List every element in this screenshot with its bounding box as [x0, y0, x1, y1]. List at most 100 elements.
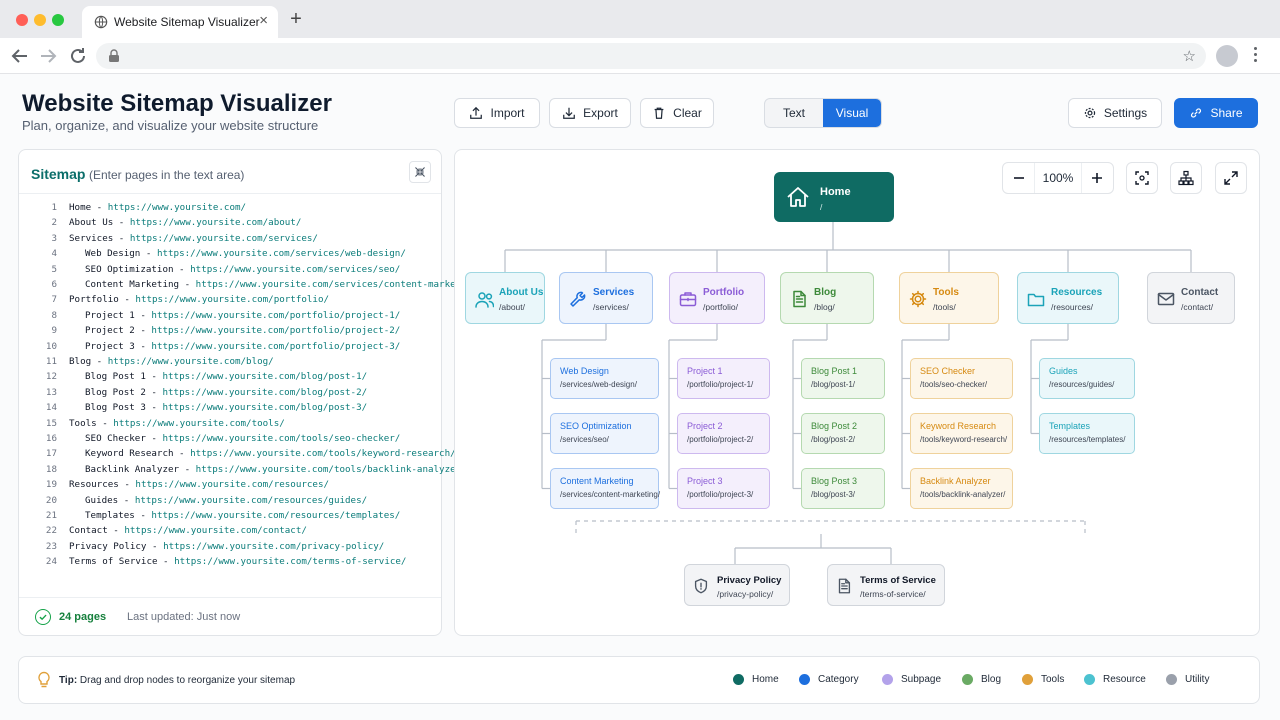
- line-separator: -: [113, 217, 130, 229]
- line-separator: -: [91, 356, 108, 367]
- sitemap-line: Blog Post 2 - https://www.yoursite.com/b…: [85, 387, 367, 398]
- line-number: 16: [45, 433, 57, 444]
- node-title: Home: [820, 186, 851, 198]
- node-category-tools[interactable]: Tools/tools/: [899, 272, 999, 324]
- node-category-contact[interactable]: Contact/contact/: [1147, 272, 1235, 324]
- legend-item: Subpage: [882, 674, 941, 685]
- node-subpage[interactable]: Project 3/portfolio/project-3/: [677, 468, 770, 509]
- fullscreen-button[interactable]: [1215, 162, 1247, 194]
- line-separator: -: [179, 463, 196, 475]
- reload-icon[interactable]: [66, 44, 90, 68]
- line-separator: -: [134, 510, 152, 521]
- node-path: /about/: [499, 302, 525, 312]
- import-button[interactable]: Import: [454, 98, 540, 128]
- line-page-name: SEO Optimization: [85, 263, 174, 275]
- export-button[interactable]: Export: [549, 98, 631, 128]
- line-number: 11: [45, 356, 57, 367]
- node-subpage[interactable]: Web Design/services/web-design/: [550, 358, 659, 399]
- page-count: 24 pages: [59, 611, 107, 623]
- line-separator: -: [91, 202, 108, 213]
- upload-icon: [470, 106, 483, 119]
- sitemap-visual-canvas[interactable]: 100% Home / About Us/about/Services/serv…: [454, 149, 1260, 636]
- profile-avatar[interactable]: [1216, 45, 1238, 67]
- line-separator: -: [134, 325, 152, 337]
- app-root: Website Sitemap Visualizer Plan, organiz…: [0, 74, 1280, 720]
- collapse-icon[interactable]: [409, 161, 431, 183]
- tree-layout-button[interactable]: [1170, 162, 1202, 194]
- node-subpage[interactable]: Keyword Research/tools/keyword-research/: [910, 413, 1013, 454]
- sitemap-line: Templates - https://www.yoursite.com/res…: [85, 510, 400, 521]
- node-subpage[interactable]: SEO Checker/tools/seo-checker/: [910, 358, 1013, 399]
- node-subpage[interactable]: SEO Optimization/services/seo/: [550, 413, 659, 454]
- node-title: Contact: [1181, 287, 1219, 298]
- node-utility[interactable]: Privacy Policy/privacy-policy/: [684, 564, 790, 606]
- clear-button[interactable]: Clear: [640, 98, 714, 128]
- legend-swatch: [1084, 674, 1095, 685]
- line-separator: -: [145, 386, 163, 398]
- text-mode-tab[interactable]: Text: [765, 99, 823, 127]
- page-title: Website Sitemap Visualizer: [22, 90, 332, 117]
- node-utility[interactable]: Terms of Service/terms-of-service/: [827, 564, 945, 606]
- settings-button[interactable]: Settings: [1068, 98, 1162, 128]
- zoom-out-button[interactable]: [1003, 163, 1034, 193]
- line-page-name: Blog: [69, 356, 92, 367]
- node-category-about-us[interactable]: About Us/about/: [465, 272, 545, 324]
- node-subpage[interactable]: Project 1/portfolio/project-1/: [677, 358, 770, 399]
- check-circle-icon: [35, 609, 51, 625]
- sitemap-line: Project 2 - https://www.yoursite.com/por…: [85, 325, 400, 336]
- browser-menu-icon[interactable]: [1254, 47, 1258, 65]
- node-subpage[interactable]: Content Marketing/services/content-marke…: [550, 468, 660, 509]
- node-title: Tools: [933, 287, 959, 298]
- node-path: /tools/seo-checker/: [920, 380, 988, 389]
- bookmark-star-icon[interactable]: ☆: [1183, 47, 1196, 65]
- import-label: Import: [490, 106, 525, 120]
- node-category-services[interactable]: Services/services/: [559, 272, 653, 324]
- browser-tab[interactable]: Website Sitemap Visualizer ×: [82, 6, 278, 38]
- line-url: https://www.yoursite.com/blog/post-3/: [162, 402, 368, 414]
- legend-swatch: [962, 674, 973, 685]
- link-icon: [1191, 108, 1202, 118]
- sitemap-line: SEO Optimization - https://www.yoursite.…: [85, 264, 400, 275]
- node-category-blog[interactable]: Blog/blog/: [780, 272, 874, 324]
- node-home[interactable]: Home /: [774, 172, 894, 222]
- node-subpage[interactable]: Guides/resources/guides/: [1039, 358, 1135, 399]
- node-subpage[interactable]: Blog Post 3/blog/post-3/: [801, 468, 885, 509]
- new-tab-button[interactable]: +: [286, 8, 306, 31]
- line-page-name: Portfolio: [69, 294, 119, 306]
- zoom-in-button[interactable]: [1082, 163, 1113, 193]
- close-window-button[interactable]: [16, 14, 28, 26]
- node-subpage[interactable]: Templates/resources/templates/: [1039, 413, 1135, 454]
- line-page-name: Web Design: [85, 248, 141, 260]
- line-page-name: Content Marketing: [85, 279, 180, 290]
- node-title: Portfolio: [703, 287, 745, 298]
- node-path: /blog/: [814, 302, 835, 312]
- line-separator: -: [146, 540, 164, 552]
- close-tab-icon[interactable]: ×: [259, 12, 268, 29]
- line-page-name: Contact: [69, 525, 108, 537]
- node-title: Backlink Analyzer: [920, 476, 991, 486]
- address-bar[interactable]: ☆: [96, 43, 1206, 69]
- back-icon[interactable]: [8, 44, 32, 68]
- node-subpage[interactable]: Backlink Analyzer/tools/backlink-analyze…: [910, 468, 1013, 509]
- fit-view-button[interactable]: [1126, 162, 1158, 194]
- visual-mode-tab[interactable]: Visual: [823, 99, 881, 127]
- node-subpage[interactable]: Project 2/portfolio/project-2/: [677, 413, 770, 454]
- minimize-window-button[interactable]: [34, 14, 46, 26]
- forward-icon[interactable]: [36, 44, 60, 68]
- line-number: 14: [45, 402, 57, 414]
- legend-label: Blog: [981, 674, 1002, 685]
- node-subpage[interactable]: Blog Post 2/blog/post-2/: [801, 413, 885, 454]
- line-separator: -: [118, 294, 136, 306]
- line-number: 6: [51, 279, 57, 290]
- node-subpage[interactable]: Blog Post 1/blog/post-1/: [801, 358, 885, 399]
- line-number: 17: [45, 448, 57, 460]
- line-url: https://www.yoursite.com/privacy-policy/: [163, 540, 385, 552]
- node-title: About Us: [499, 287, 544, 298]
- sitemap-line: Services - https://www.yoursite.com/serv…: [69, 233, 318, 244]
- node-path: /services/seo/: [560, 435, 609, 444]
- node-category-resources[interactable]: Resources/resources/: [1017, 272, 1119, 324]
- node-category-portfolio[interactable]: Portfolio/portfolio/: [669, 272, 765, 324]
- share-button[interactable]: Share: [1174, 98, 1258, 128]
- maximize-window-button[interactable]: [52, 14, 64, 26]
- view-mode-toggle: Text Visual: [764, 98, 882, 128]
